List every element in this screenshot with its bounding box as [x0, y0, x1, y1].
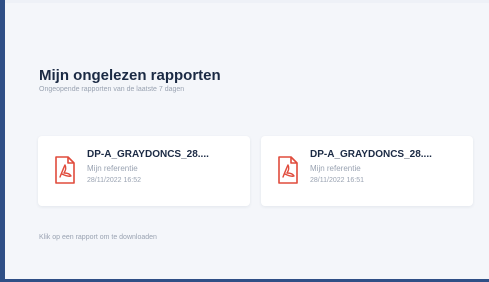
report-reference: Mijn referentie: [87, 164, 138, 173]
section-subtitle: Ongeopende rapporten van de laatste 7 da…: [39, 86, 185, 93]
report-date: 28/11/2022 16:52: [87, 177, 141, 184]
report-card[interactable]: DP-A_GRAYDONCS_28.... Mijn referentie 28…: [261, 136, 473, 206]
section-title: Mijn ongelezen rapporten: [39, 67, 221, 84]
report-card[interactable]: DP-A_GRAYDONCS_28.... Mijn referentie 28…: [38, 136, 250, 206]
pdf-file-icon: [55, 156, 75, 184]
report-date: 28/11/2022 16:51: [310, 177, 364, 184]
unread-reports-panel: Mijn ongelezen rapporten Ongeopende rapp…: [5, 3, 489, 279]
download-hint: Klik op een rapport om te downloaden: [39, 234, 157, 241]
report-file-name: DP-A_GRAYDONCS_28....: [310, 149, 432, 160]
report-reference: Mijn referentie: [310, 164, 361, 173]
report-file-name: DP-A_GRAYDONCS_28....: [87, 149, 209, 160]
pdf-file-icon: [278, 156, 298, 184]
app-frame: Mijn ongelezen rapporten Ongeopende rapp…: [0, 0, 489, 282]
